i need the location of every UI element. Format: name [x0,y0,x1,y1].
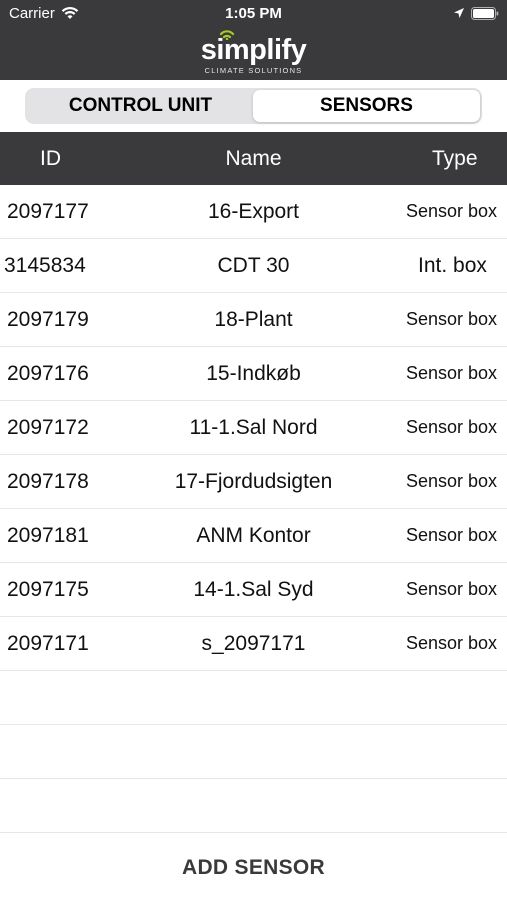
segmented-control: CONTROL UNIT SENSORS [25,88,482,124]
status-bar: Carrier 1:05 PM [0,0,507,28]
table-row[interactable]: 2097177 16-Export Sensor box [0,185,507,239]
empty-row [0,671,507,725]
location-arrow-icon [454,8,464,18]
cell-type: Sensor box [406,579,498,599]
cell-type: Sensor box [406,363,498,383]
table-row[interactable]: 2097178 17-Fjordudsigten Sensor box [0,455,507,509]
table-row[interactable]: 2097175 14-1.Sal Syd Sensor box [0,563,507,617]
brand-logo: simplify CLIMATE SOLUTIONS [0,28,507,80]
segment-bar: CONTROL UNIT SENSORS [0,80,507,132]
cell-type: Sensor box [406,417,498,437]
table-row[interactable]: 2097172 11-1.Sal Nord Sensor box [0,401,507,455]
table-header: ID Name Type [0,132,507,185]
table-row[interactable]: 2097181 ANM Kontor Sensor box [0,509,507,563]
logo-wordmark: simplify [200,34,307,66]
table-row[interactable]: 2097176 15-Indkøb Sensor box [0,347,507,401]
cell-type: Sensor box [406,525,498,545]
empty-row [0,779,507,833]
empty-row [0,725,507,779]
status-time: 1:05 PM [225,5,282,22]
logo-tagline: CLIMATE SOLUTIONS [204,66,303,75]
cell-type: Sensor box [406,309,498,329]
column-header-name: Name [225,147,282,170]
segment-sensors[interactable]: SENSORS [253,90,480,122]
table-row[interactable]: 2097171 s_2097171 Sensor box [0,617,507,671]
add-sensor-button[interactable]: ADD SENSOR [0,840,507,896]
sensor-list: 2097177 16-Export Sensor box 3145834 CDT… [0,185,507,833]
table-row[interactable]: 3145834 CDT 30 Int. box [0,239,507,293]
battery-icon [471,7,499,20]
cell-type: Sensor box [406,471,498,491]
segment-control-unit[interactable]: CONTROL UNIT [27,90,254,122]
cell-type: Int. box [418,254,487,277]
app-header: simplify CLIMATE SOLUTIONS [0,28,507,80]
table-row[interactable]: 2097179 18-Plant Sensor box [0,293,507,347]
cell-type: Sensor box [406,201,498,221]
column-header-type: Type [432,147,478,170]
cell-type: Sensor box [406,633,498,653]
